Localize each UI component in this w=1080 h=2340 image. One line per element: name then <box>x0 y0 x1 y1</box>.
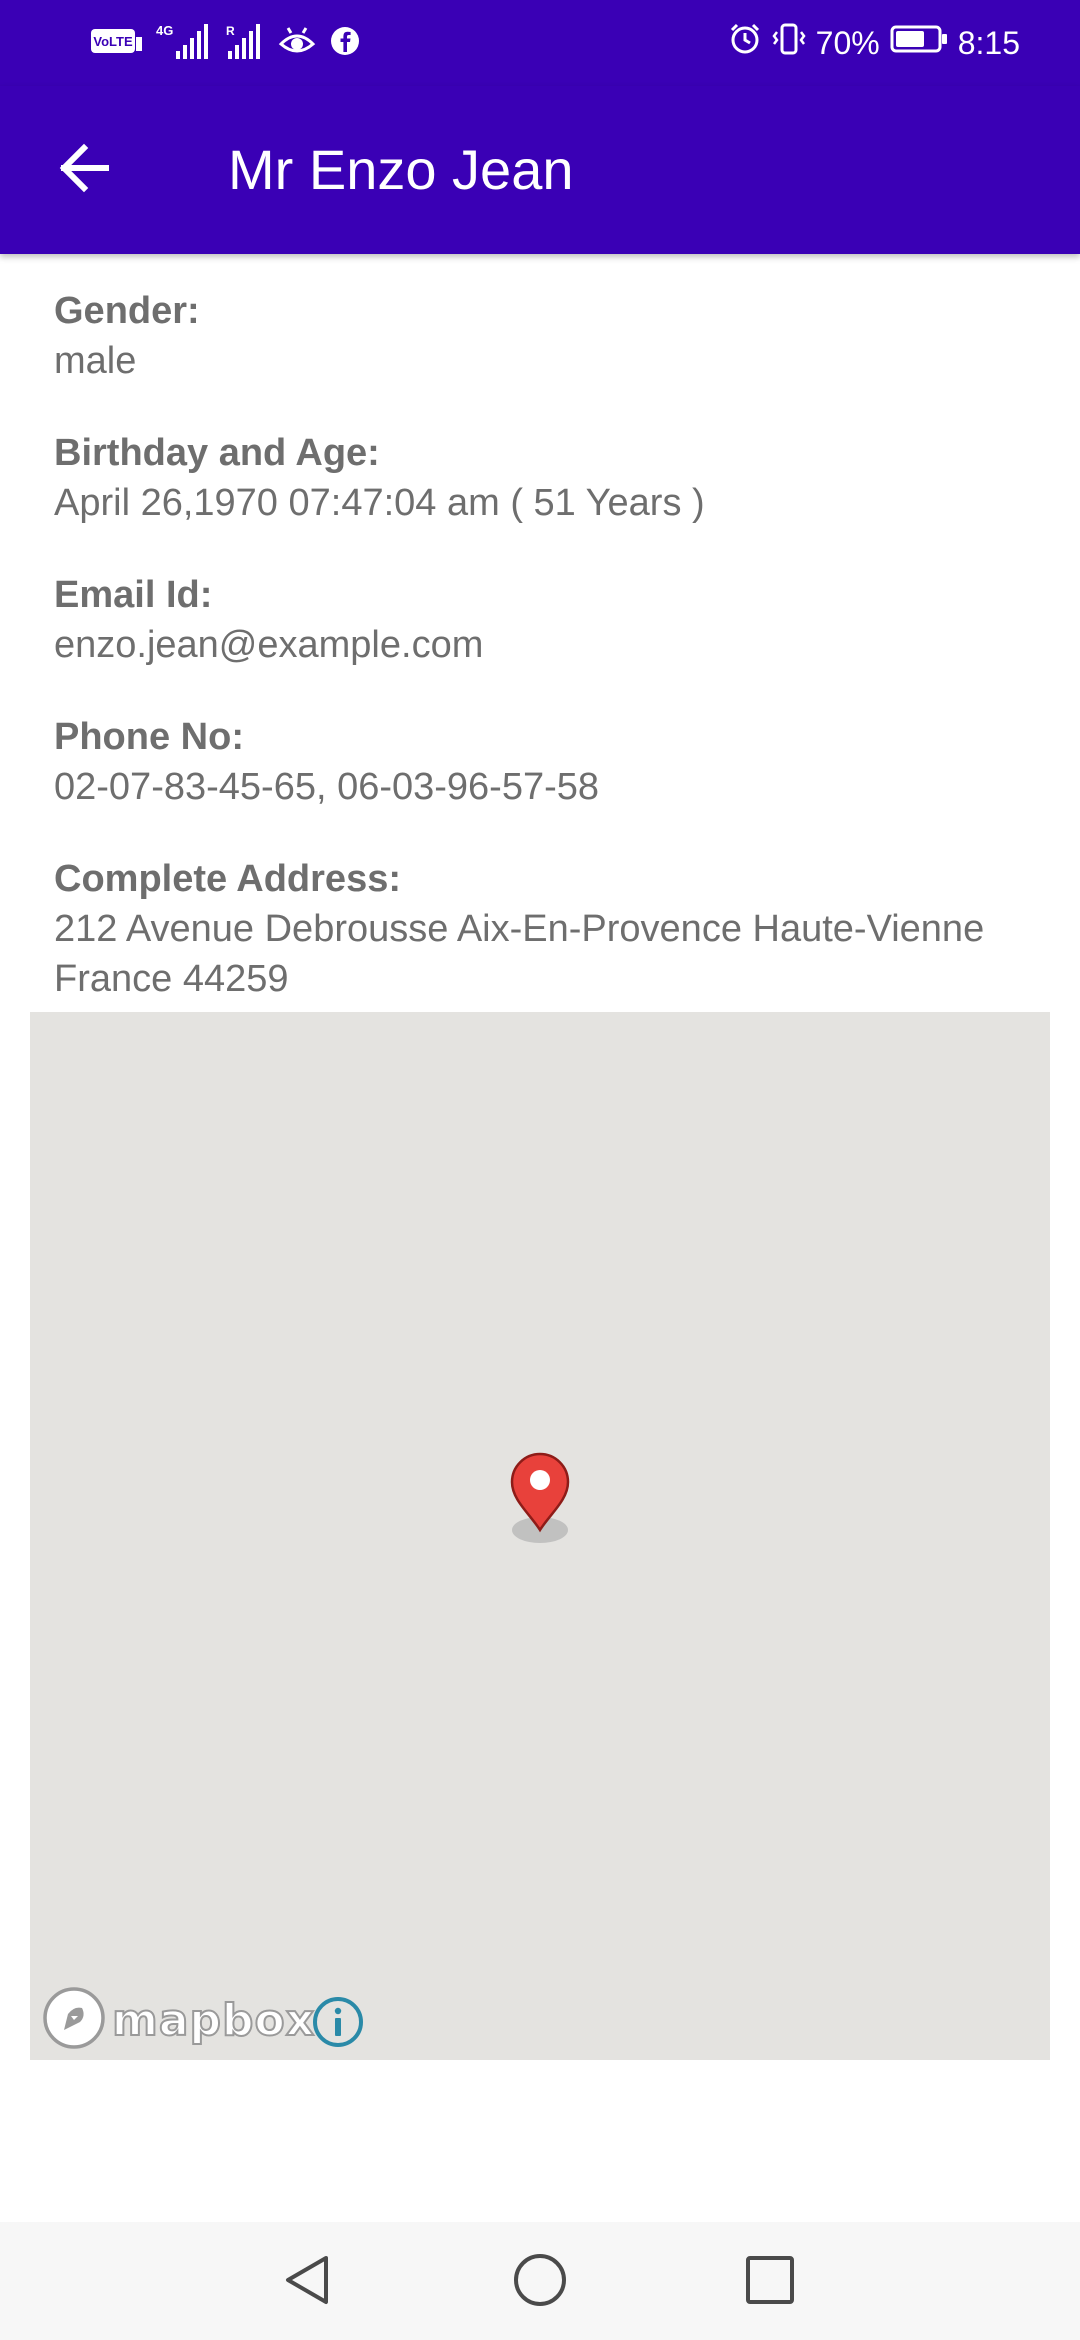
status-right-icons: 70% 8:15 <box>728 22 1020 64</box>
phone-label: Phone No: <box>54 716 244 758</box>
map-pin-icon[interactable] <box>508 1450 572 1560</box>
nav-home-button[interactable] <box>508 2250 572 2314</box>
back-button[interactable] <box>40 126 128 214</box>
roaming-signal-icon: R <box>224 21 264 66</box>
email-value: enzo.jean@example.com <box>54 624 484 666</box>
battery-fill <box>895 31 924 47</box>
mapbox-logo[interactable]: mapbox <box>42 1986 316 2055</box>
birthday-label: Birthday and Age: <box>54 432 380 474</box>
status-left-icons: VoLTE 4G R <box>90 22 360 64</box>
system-nav-bar <box>0 2222 1080 2340</box>
volte-icon: VoLTE <box>90 27 142 60</box>
phone-value: 02-07-83-45-65, 06-03-96-57-58 <box>54 766 600 808</box>
phone-field: Phone No: 02-07-83-45-65, 06-03-96-57-58 <box>54 712 1054 812</box>
triangle-back-icon <box>280 2252 336 2313</box>
4g-signal-icon: 4G <box>156 21 210 66</box>
birthday-field: Birthday and Age: April 26,1970 07:47:04… <box>54 428 1054 528</box>
map-view[interactable]: mapbox <box>30 1012 1050 2060</box>
status-bar: VoLTE 4G R 70% 8:15 <box>0 0 1080 86</box>
mapbox-logo-icon <box>42 1986 106 2055</box>
clock-time: 8:15 <box>957 24 1020 61</box>
volte-text: VoLTE <box>93 34 133 49</box>
battery-icon <box>890 24 948 62</box>
alarm-icon <box>728 22 762 64</box>
birthday-value: April 26,1970 07:47:04 am ( 51 Years ) <box>54 482 705 524</box>
email-label: Email Id: <box>54 574 213 616</box>
square-recents-icon <box>742 2252 798 2313</box>
arrow-left-icon <box>56 140 112 201</box>
email-field: Email Id: enzo.jean@example.com <box>54 570 1054 670</box>
battery-percent-text: 70% <box>815 24 880 61</box>
facebook-icon <box>330 26 360 61</box>
profile-details: Gender: male Birthday and Age: April 26,… <box>54 286 1054 1046</box>
info-icon[interactable] <box>312 1996 364 2048</box>
eye-icon <box>278 24 316 63</box>
nav-recents-button[interactable] <box>738 2250 802 2314</box>
page-title: Mr Enzo Jean <box>228 138 574 201</box>
address-line-2: France 44259 <box>54 958 289 1000</box>
gender-field: Gender: male <box>54 286 1054 386</box>
app-bar: Mr Enzo Jean <box>0 86 1080 254</box>
network-type-text: 4G <box>156 23 173 38</box>
gender-value: male <box>54 340 137 382</box>
roaming-text: R <box>226 24 235 38</box>
vibrate-icon <box>772 22 806 64</box>
nav-back-button[interactable] <box>276 2250 340 2314</box>
circle-home-icon <box>512 2252 568 2313</box>
gender-label: Gender: <box>54 290 200 332</box>
address-label: Complete Address: <box>54 858 401 900</box>
address-field: Complete Address: 212 Avenue Debrousse A… <box>54 854 1054 1004</box>
mapbox-wordmark: mapbox <box>111 1994 316 2047</box>
address-line-1: 212 Avenue Debrousse Aix-En-Provence Hau… <box>54 908 985 950</box>
